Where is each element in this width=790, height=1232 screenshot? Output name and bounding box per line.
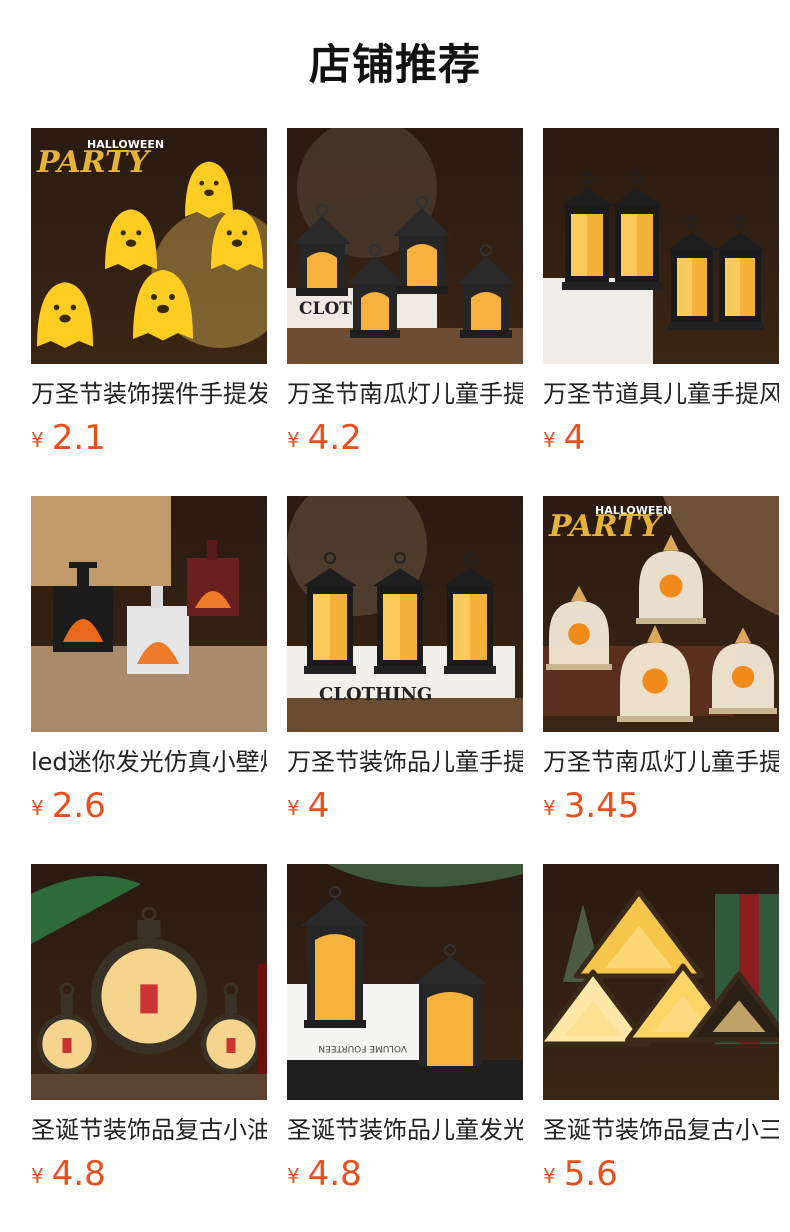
product-price: ¥3.45 — [543, 784, 639, 828]
price-value: 3.45 — [563, 786, 640, 826]
price-value: 5.6 — [563, 1154, 618, 1194]
dome-lights-icon[interactable]: PARTY HALLOWEEN — [543, 496, 779, 732]
product-card[interactable]: PARTYHALLOWEEN 万圣节装饰摆件手提发光幽灵灯 ¥2.1 — [31, 128, 267, 468]
product-price: ¥5.6 — [543, 1152, 618, 1196]
round-lanterns-icon[interactable] — [31, 864, 267, 1100]
currency-symbol: ¥ — [287, 1164, 300, 1188]
triangle-lights-icon[interactable] — [543, 864, 779, 1100]
product-card[interactable]: led迷你发光仿真小壁炉 ¥2.6 — [31, 496, 267, 836]
ghost-lights-icon[interactable]: PARTY HALLOWEEN — [31, 128, 267, 364]
product-title[interactable]: 圣诞节装饰品儿童发光小屋 — [287, 1112, 523, 1148]
product-title[interactable]: led迷你发光仿真小壁炉 — [31, 744, 267, 780]
product-price: ¥4.2 — [287, 416, 362, 460]
product-title[interactable]: 万圣节南瓜灯儿童手提灯笼 — [287, 376, 523, 412]
product-title[interactable]: 万圣节道具儿童手提风灯 — [543, 376, 779, 412]
product-image: CLOTHING — [287, 496, 523, 732]
product-card[interactable]: 万圣节道具儿童手提风灯 ¥4 — [543, 128, 779, 468]
currency-symbol: ¥ — [31, 1164, 44, 1188]
currency-symbol: ¥ — [543, 428, 556, 452]
currency-symbol: ¥ — [31, 796, 44, 820]
product-image: PARTYHALLOWEEN — [543, 496, 779, 732]
product-image — [543, 128, 779, 364]
lanterns-icon[interactable]: CLOTHING — [287, 496, 523, 732]
product-title[interactable]: 圣诞节装饰品复古小三角灯 — [543, 1112, 779, 1148]
product-price: ¥4 — [543, 416, 585, 460]
price-value: 4 — [563, 418, 586, 458]
shop-recommendation-page: 店铺推荐 PARTYHALLOWEEN 万圣节装饰摆件手提发光幽灵灯 ¥2.1 … — [0, 0, 790, 1232]
svg-text:CLOT: CLOT — [299, 299, 352, 319]
price-value: 2.6 — [51, 786, 106, 826]
product-price: ¥2.6 — [31, 784, 106, 828]
svg-text:HALLOWEEN: HALLOWEEN — [87, 138, 164, 151]
house-lanterns-icon[interactable]: VOLUME FOURTEEN — [287, 864, 523, 1100]
product-title[interactable]: 万圣节装饰摆件手提发光幽灵灯 — [31, 376, 267, 412]
svg-text:CLOTHING: CLOTHING — [319, 684, 432, 705]
product-image: CLOT — [287, 128, 523, 364]
product-card[interactable]: 圣诞节装饰品复古小油灯 ¥4.8 — [31, 864, 267, 1204]
product-card[interactable]: PARTYHALLOWEEN 万圣节南瓜灯儿童手提夜灯 ¥3.45 — [543, 496, 779, 836]
product-image — [31, 496, 267, 732]
page-title: 店铺推荐 — [308, 40, 481, 89]
fireplace-icon[interactable] — [31, 496, 267, 732]
currency-symbol: ¥ — [543, 1164, 556, 1188]
house-lanterns-icon[interactable]: CLOT — [287, 128, 523, 364]
product-card[interactable]: VOLUME FOURTEEN 圣诞节装饰品儿童发光小屋 ¥4.8 — [287, 864, 523, 1204]
product-price: ¥4.8 — [287, 1152, 362, 1196]
product-image: PARTYHALLOWEEN — [31, 128, 267, 364]
svg-text:VOLUME FOURTEEN: VOLUME FOURTEEN — [318, 1043, 407, 1053]
price-value: 4.8 — [51, 1154, 106, 1194]
lanterns-icon[interactable] — [543, 128, 779, 364]
product-image: VOLUME FOURTEEN — [287, 864, 523, 1100]
product-card[interactable]: 圣诞节装饰品复古小三角灯 ¥5.6 — [543, 864, 779, 1204]
product-title[interactable]: 万圣节南瓜灯儿童手提夜灯 — [543, 744, 779, 780]
price-value: 2.1 — [51, 418, 106, 458]
currency-symbol: ¥ — [543, 796, 556, 820]
product-price: ¥2.1 — [31, 416, 106, 460]
product-price: ¥4.8 — [31, 1152, 106, 1196]
price-value: 4 — [307, 786, 330, 826]
currency-symbol: ¥ — [287, 796, 300, 820]
svg-text:HALLOWEEN: HALLOWEEN — [595, 504, 672, 517]
product-image — [543, 864, 779, 1100]
product-price: ¥4 — [287, 784, 329, 828]
price-value: 4.8 — [307, 1154, 362, 1194]
product-image — [31, 864, 267, 1100]
product-title[interactable]: 圣诞节装饰品复古小油灯 — [31, 1112, 267, 1148]
product-title[interactable]: 万圣节装饰品儿童手提风灯 — [287, 744, 523, 780]
currency-symbol: ¥ — [31, 428, 44, 452]
price-value: 4.2 — [307, 418, 362, 458]
currency-symbol: ¥ — [287, 428, 300, 452]
product-card[interactable]: CLOT 万圣节南瓜灯儿童手提灯笼 ¥4.2 — [287, 128, 523, 468]
product-card[interactable]: CLOTHING 万圣节装饰品儿童手提风灯 ¥4 — [287, 496, 523, 836]
